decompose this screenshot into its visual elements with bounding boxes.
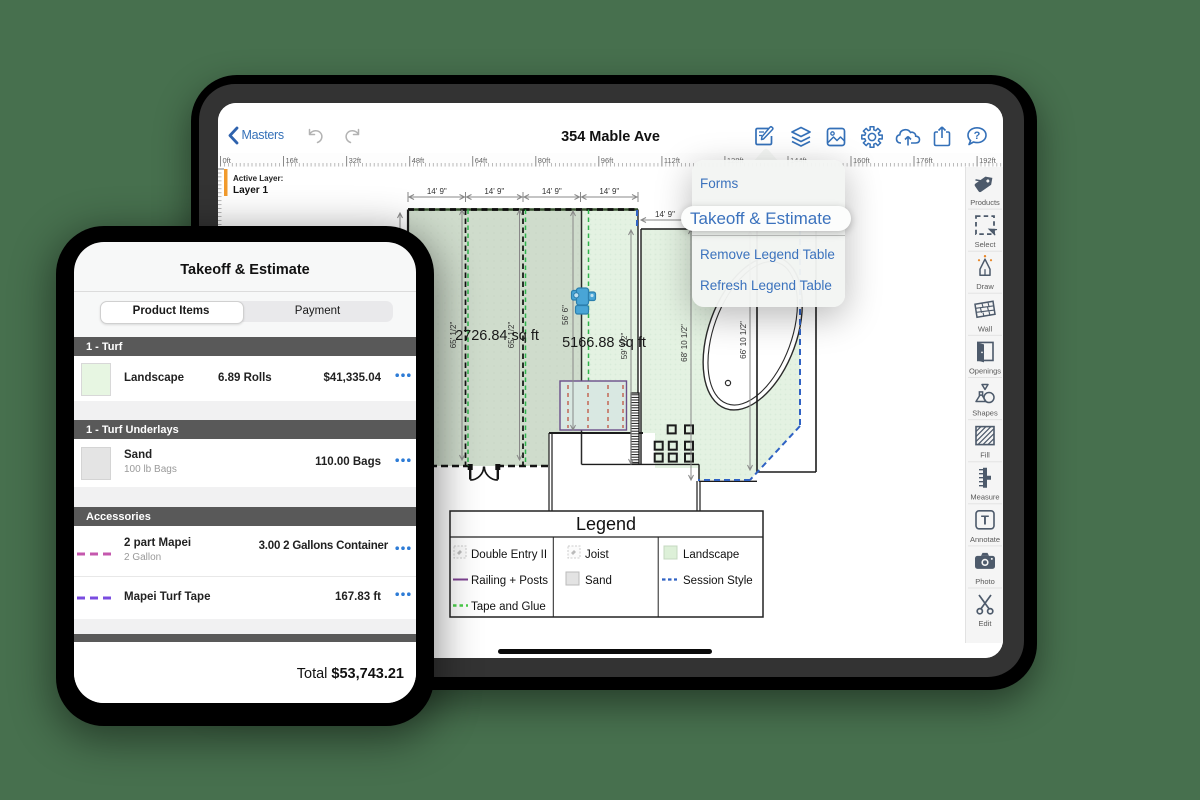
svg-text:Landscape: Landscape [683, 549, 739, 561]
svg-text:Shapes: Shapes [972, 409, 998, 418]
svg-text:192ft: 192ft [979, 156, 997, 165]
svg-text:Sand: Sand [585, 575, 612, 587]
svg-text:Openings: Openings [969, 366, 1001, 375]
svg-text:Layer 1: Layer 1 [233, 185, 268, 196]
svg-text:2726.84 sq ft: 2726.84 sq ft [455, 328, 539, 344]
svg-text:14' 9": 14' 9" [542, 187, 562, 196]
svg-text:Draw: Draw [976, 282, 994, 291]
svg-text:Edit: Edit [979, 619, 993, 628]
svg-text:160ft: 160ft [853, 156, 871, 165]
svg-text:Legend: Legend [576, 514, 636, 534]
svg-text:T: T [981, 512, 989, 527]
svg-text:14' 9": 14' 9" [427, 187, 447, 196]
svg-text:Fill: Fill [980, 451, 990, 460]
svg-text:Wall: Wall [978, 324, 993, 333]
svg-text:Measure: Measure [970, 493, 999, 502]
svg-text:14' 9": 14' 9" [484, 187, 504, 196]
svg-text:Tape and Glue: Tape and Glue [471, 601, 546, 613]
svg-text:Active Layer:: Active Layer: [233, 174, 283, 183]
svg-text:Select: Select [975, 240, 997, 249]
svg-text:Session Style: Session Style [683, 575, 753, 587]
svg-text:Photo: Photo [975, 577, 995, 586]
svg-text:66' 10 1/2": 66' 10 1/2" [739, 321, 748, 359]
svg-text:5166.88 sq ft: 5166.88 sq ft [562, 335, 646, 351]
svg-text:112ft: 112ft [664, 156, 681, 165]
svg-text:Joist: Joist [585, 549, 609, 561]
svg-text:Double Entry II: Double Entry II [471, 549, 547, 561]
svg-text:?: ? [974, 130, 981, 142]
svg-text:56' 6": 56' 6" [561, 305, 570, 325]
svg-text:14' 9": 14' 9" [599, 187, 619, 196]
svg-text:68' 10 1/2": 68' 10 1/2" [680, 324, 689, 362]
svg-text:176ft: 176ft [916, 156, 934, 165]
svg-text:14' 9": 14' 9" [655, 210, 675, 219]
svg-text:Annotate: Annotate [970, 535, 1000, 544]
svg-text:Railing + Posts: Railing + Posts [471, 575, 548, 587]
svg-text:0ft: 0ft [223, 156, 232, 165]
svg-text:Products: Products [970, 198, 1000, 207]
